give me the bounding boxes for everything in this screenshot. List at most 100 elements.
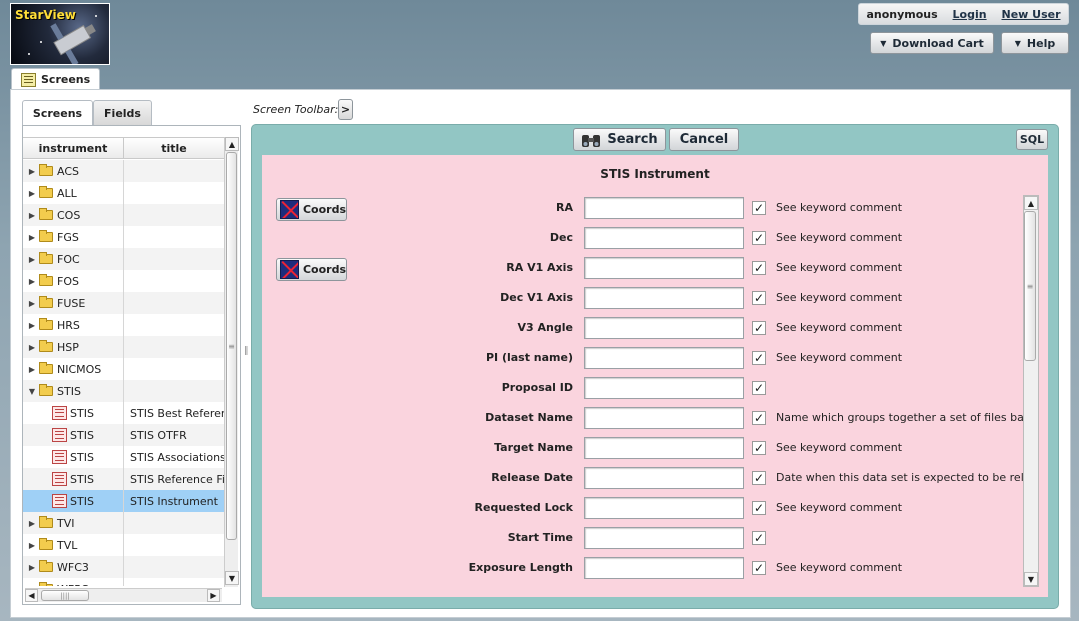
field-input[interactable] (584, 467, 744, 489)
scroll-up-icon[interactable]: ▲ (1024, 196, 1038, 210)
collapsed-arrow-icon[interactable]: ▶ (26, 563, 38, 572)
sql-button[interactable]: SQL (1016, 129, 1048, 150)
field-input[interactable] (584, 557, 744, 579)
scroll-left-icon[interactable]: ◀ (25, 589, 38, 602)
coords-label: Coords (302, 203, 346, 216)
field-checkbox[interactable]: ✓ (752, 351, 766, 365)
form-vertical-scrollbar[interactable]: ▲ ≡ ▼ (1023, 195, 1039, 587)
field-label: PI (last name) (485, 351, 573, 364)
new-user-link[interactable]: New User (1001, 8, 1060, 21)
tree-folder-row[interactable]: ▶ HRS (23, 314, 224, 336)
panel-splitter-handle[interactable]: ‖ (244, 346, 249, 358)
dropdown-arrow-icon: ▼ (880, 38, 887, 48)
scroll-down-icon[interactable]: ▼ (225, 571, 239, 585)
tree-screen-row[interactable]: STIS STIS Reference Fil (23, 468, 224, 490)
field-input[interactable] (584, 257, 744, 279)
tree-vertical-scrollbar[interactable]: ▲ ≡ ▼ (224, 137, 239, 587)
tab-screens-main[interactable]: Screens (11, 68, 100, 90)
form-scroll-thumb[interactable]: ≡ (1024, 211, 1036, 361)
tree-folder-row[interactable]: ▶ WFC3 (23, 556, 224, 578)
tree-title-label: STIS Reference Fil (130, 472, 224, 486)
field-input[interactable] (584, 227, 744, 249)
field-checkbox[interactable]: ✓ (752, 411, 766, 425)
collapsed-arrow-icon[interactable]: ▶ (26, 211, 38, 220)
collapsed-arrow-icon[interactable]: ▶ (26, 277, 38, 286)
scroll-right-icon[interactable]: ▶ (207, 589, 220, 602)
tree-folder-row[interactable]: ▶ FOS (23, 270, 224, 292)
field-input[interactable] (584, 347, 744, 369)
field-checkbox[interactable]: ✓ (752, 501, 766, 515)
tree-folder-row[interactable]: ▶ TVI (23, 512, 224, 534)
tree-screen-row[interactable]: STIS STIS Best Referen (23, 402, 224, 424)
collapsed-arrow-icon[interactable]: ▶ (26, 541, 38, 550)
tree-instrument-label: ALL (57, 186, 77, 200)
field-checkbox[interactable]: ✓ (752, 321, 766, 335)
collapsed-arrow-icon[interactable]: ▶ (26, 255, 38, 264)
collapsed-arrow-icon[interactable]: ▶ (26, 365, 38, 374)
collapsed-arrow-icon[interactable]: ▶ (26, 189, 38, 198)
coords-button[interactable]: Coords (276, 258, 347, 281)
download-cart-button[interactable]: ▼ Download Cart (870, 32, 994, 54)
tree-folder-row[interactable]: ▶ WFPC (23, 578, 224, 586)
help-button[interactable]: ▼ Help (1001, 32, 1069, 54)
tab-screens[interactable]: Screens (22, 100, 93, 126)
field-input[interactable] (584, 407, 744, 429)
field-input[interactable] (584, 317, 744, 339)
field-input[interactable] (584, 527, 744, 549)
tree-folder-row[interactable]: ▶ NICMOS (23, 358, 224, 380)
tab-fields[interactable]: Fields (93, 100, 152, 126)
login-link[interactable]: Login (953, 8, 987, 21)
cancel-button[interactable]: Cancel (669, 128, 739, 151)
search-button[interactable]: Search (573, 128, 666, 151)
field-checkbox[interactable]: ✓ (752, 261, 766, 275)
field-checkbox[interactable]: ✓ (752, 291, 766, 305)
tree-instrument-label: STIS (70, 472, 94, 486)
col-instrument-header[interactable]: instrument (23, 138, 124, 158)
tree-horizontal-scrollbar[interactable]: ◀ |||| ▶ (25, 588, 222, 602)
collapsed-arrow-icon[interactable]: ▶ (26, 519, 38, 528)
field-checkbox[interactable]: ✓ (752, 381, 766, 395)
tree-folder-row[interactable]: ▶ FUSE (23, 292, 224, 314)
tree-folder-row[interactable]: ▶ FOC (23, 248, 224, 270)
scroll-thumb[interactable]: ≡ (226, 152, 237, 540)
scroll-up-icon[interactable]: ▲ (225, 137, 239, 151)
hscroll-thumb[interactable]: |||| (41, 590, 89, 601)
field-checkbox[interactable]: ✓ (752, 231, 766, 245)
tree-folder-row[interactable]: ▶ COS (23, 204, 224, 226)
field-checkbox[interactable]: ✓ (752, 531, 766, 545)
folder-icon (39, 560, 53, 572)
field-input[interactable] (584, 287, 744, 309)
screen-toolbar-toggle[interactable]: > (338, 99, 353, 120)
field-input[interactable] (584, 377, 744, 399)
tree-instrument-label: NICMOS (57, 362, 102, 376)
field-checkbox[interactable]: ✓ (752, 441, 766, 455)
field-input[interactable] (584, 197, 744, 219)
tree-folder-row[interactable]: ▶ HSP (23, 336, 224, 358)
screen-document-icon (52, 428, 67, 442)
collapsed-arrow-icon[interactable]: ▶ (26, 343, 38, 352)
tree-folder-row[interactable]: ▼ STIS (23, 380, 224, 402)
field-checkbox[interactable]: ✓ (752, 471, 766, 485)
scroll-down-icon[interactable]: ▼ (1024, 572, 1038, 586)
collapsed-arrow-icon[interactable]: ▶ (26, 321, 38, 330)
tree-folder-row[interactable]: ▶ ACS (23, 160, 224, 182)
field-checkbox[interactable]: ✓ (752, 561, 766, 575)
collapsed-arrow-icon[interactable]: ▶ (26, 233, 38, 242)
tree-instrument-label: WFPC (57, 583, 89, 587)
field-comment: See keyword comment (776, 231, 903, 244)
tree-screen-row[interactable]: STIS STIS Associations (23, 446, 224, 468)
collapsed-arrow-icon[interactable]: ▶ (26, 585, 38, 587)
tree-folder-row[interactable]: ▶ ALL (23, 182, 224, 204)
field-checkbox[interactable]: ✓ (752, 201, 766, 215)
collapsed-arrow-icon[interactable]: ▶ (26, 299, 38, 308)
col-title-header[interactable]: title (124, 138, 224, 158)
tree-screen-row[interactable]: STIS STIS Instrument (23, 490, 224, 512)
tree-folder-row[interactable]: ▶ FGS (23, 226, 224, 248)
field-input[interactable] (584, 437, 744, 459)
collapsed-arrow-icon[interactable]: ▶ (26, 167, 38, 176)
expanded-arrow-icon[interactable]: ▼ (26, 387, 38, 396)
field-input[interactable] (584, 497, 744, 519)
tree-folder-row[interactable]: ▶ TVL (23, 534, 224, 556)
coords-button[interactable]: Coords (276, 198, 347, 221)
tree-screen-row[interactable]: STIS STIS OTFR (23, 424, 224, 446)
